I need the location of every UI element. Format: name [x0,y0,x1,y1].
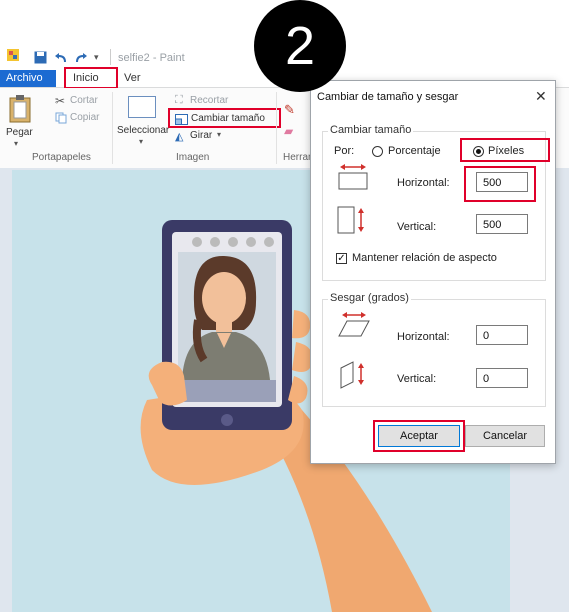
skew-vertical-input[interactable]: 0 [476,368,528,388]
horizontal-resize-icon [338,164,368,190]
resize-section-label: Cambiar tamaño [328,124,414,136]
tools-group-label: Herran [283,152,314,163]
paste-button[interactable]: Pegar [6,127,33,138]
keep-ratio-label: Mantener relación de aspecto [352,252,497,264]
skew-vertical-label: Vertical: [397,373,437,385]
paste-icon[interactable] [8,94,32,129]
vertical-input[interactable]: 500 [476,214,528,234]
highlight-horizontal-input [464,166,536,202]
image-group-label: Imagen [176,152,210,163]
skew-horizontal-label: Horizontal: [397,331,450,343]
step-number-badge: 2 [254,0,346,92]
highlight-ok-button [373,420,465,452]
percent-radio[interactable] [372,146,383,157]
skew-section-label: Sesgar (grados) [328,292,411,304]
select-icon[interactable] [128,96,156,118]
skew-horizontal-icon [338,312,370,337]
rotate-dropdown-icon[interactable]: ▾ [217,130,221,139]
save-icon[interactable] [34,51,47,69]
eraser-icon[interactable]: ▰ [284,124,293,138]
menu-view[interactable]: Ver [124,70,141,87]
copy-icon [55,111,67,129]
cut-icon: ✂ [55,94,66,108]
skew-vertical-icon [340,361,364,389]
rotate-icon: ◭ [175,131,184,143]
highlight-resize-button [168,108,281,128]
ribbon-separator [112,92,113,164]
select-dropdown-icon[interactable]: ▾ [139,137,143,146]
cancel-button[interactable]: Cancelar [465,425,545,447]
copy-button[interactable]: Copiar [70,112,99,123]
rotate-button[interactable]: Girar [190,130,212,141]
ribbon-separator-2 [276,92,277,164]
by-label: Por: [334,145,355,157]
percent-option-label: Porcentaje [388,145,441,157]
menu-file[interactable]: Archivo [0,70,56,87]
paste-dropdown-icon[interactable]: ▾ [14,139,18,148]
quick-access-dropdown-icon[interactable]: ▾ [94,52,99,63]
clipboard-group-label: Portapapeles [32,152,91,163]
title-separator [110,49,111,65]
horizontal-label: Horizontal: [397,177,450,189]
highlight-home-tab [64,67,118,89]
highlight-pixels-option [460,138,550,162]
skew-horizontal-input[interactable]: 0 [476,325,528,345]
paint-app-icon [6,48,20,65]
vertical-label: Vertical: [397,221,437,233]
window-title: selfie2 - Paint [118,52,185,64]
pencil-icon[interactable]: ✎ [284,102,295,118]
crop-button[interactable]: Recortar [190,95,228,106]
cut-button[interactable]: Cortar [70,95,98,106]
crop-icon: ⛶ [175,94,183,106]
select-button[interactable]: Seleccionar [117,125,169,136]
dialog-title: Cambiar de tamaño y sesgar [317,91,459,103]
close-icon[interactable]: ✕ [535,88,547,105]
vertical-resize-icon [337,206,364,234]
keep-ratio-checkbox[interactable]: ✓ [336,253,347,264]
